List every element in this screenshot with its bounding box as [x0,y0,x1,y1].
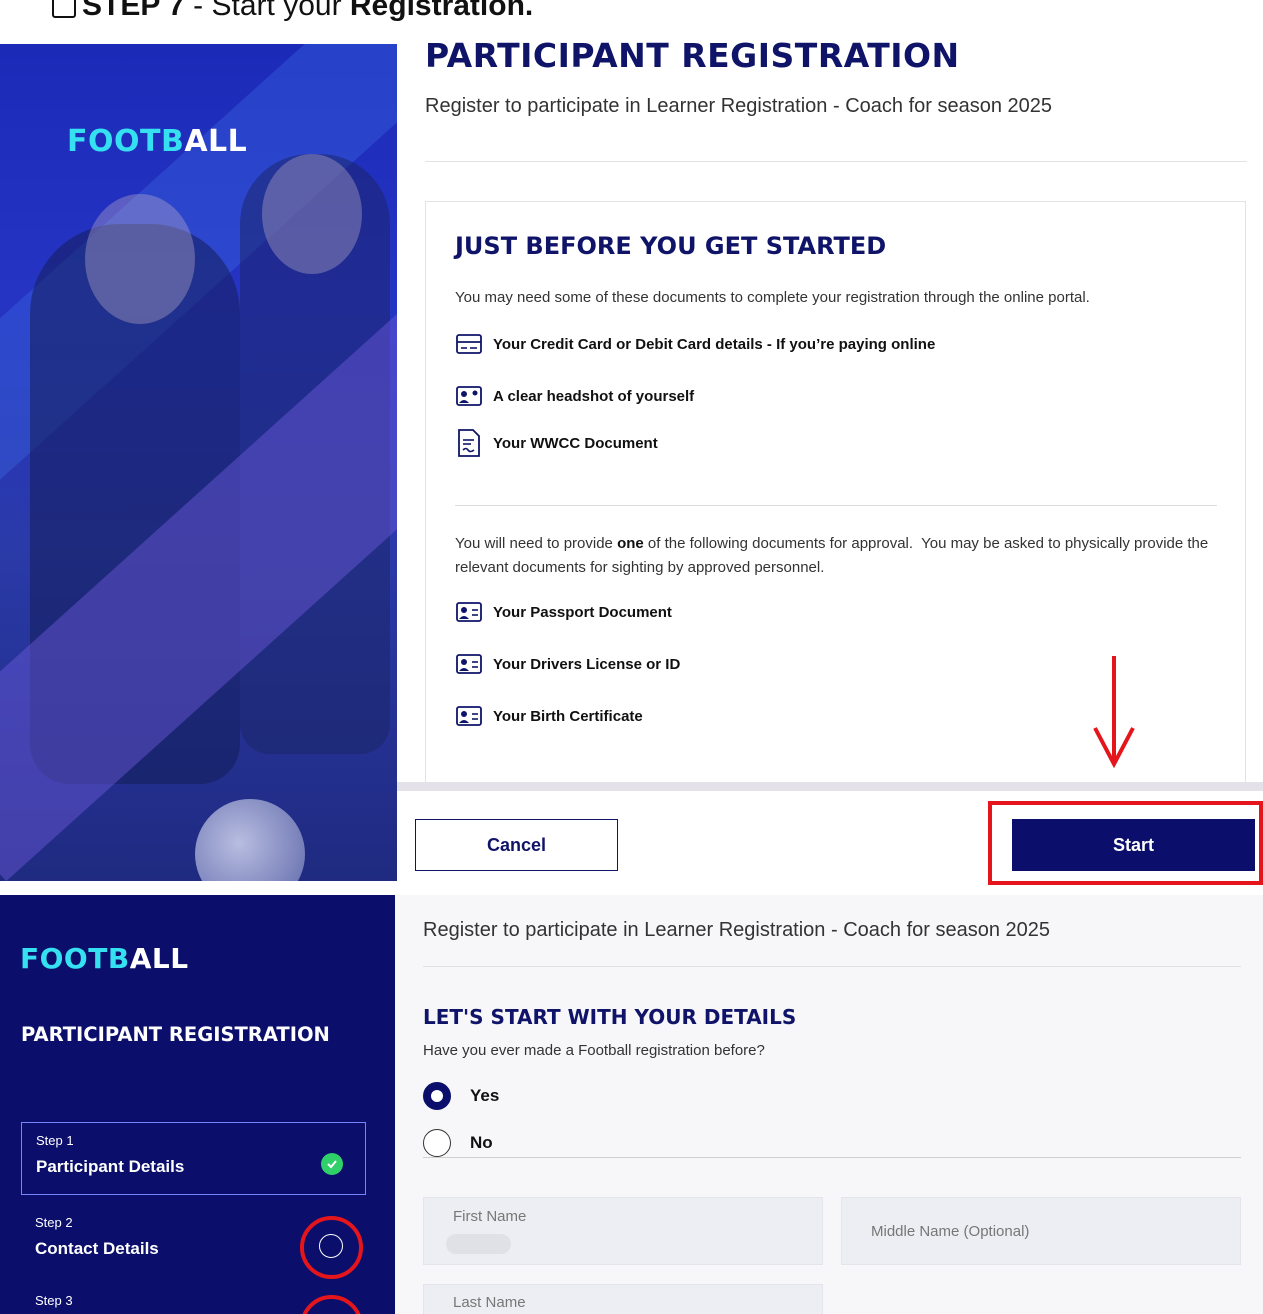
doc-label: Your Credit Card or Debit Card details -… [493,335,936,353]
headshot-icon [455,386,483,406]
doc-label: Your Birth Certificate [493,707,643,725]
section-title: LET'S START WITH YOUR DETAILS [423,1005,797,1029]
step-instruction-heading: STEP 7 - Start your Registration. [52,0,533,28]
page-title: PARTICIPANT REGISTRATION [425,36,960,75]
step-label: Step 3 [35,1293,73,1308]
divider [425,161,1247,162]
sidebar-title: PARTICIPANT REGISTRATION [21,1023,330,1046]
doc-item-wwcc: Your WWCC Document [455,429,658,457]
radio-no[interactable]: No [423,1129,493,1157]
footer-separator [397,782,1263,791]
football-logo: FOOTBALL [20,942,189,975]
step-number: STEP 7 [82,0,185,22]
check-icon [321,1153,343,1175]
registration-question: Have you ever made a Football registrati… [423,1042,765,1059]
checkbox-icon [52,0,76,18]
id-card-icon [455,706,483,726]
step-label: Step 2 [35,1215,73,1230]
step-name: Contact Details [35,1239,159,1258]
credit-card-icon [455,334,483,354]
hero-image: FOOTBALL [0,44,397,881]
id-requirement-text: You will need to provide one of the foll… [455,535,1213,576]
doc-item-passport: Your Passport Document [455,602,672,622]
divider [423,1157,1241,1158]
step-name: Participant Details [36,1157,185,1176]
registration-sidebar: FOOTBALL PARTICIPANT REGISTRATION Step 1… [0,895,395,1314]
doc-item-birth-certificate: Your Birth Certificate [455,706,643,726]
football-logo: FOOTBALL [67,124,248,159]
doc-item-credit-card: Your Credit Card or Debit Card details -… [455,334,935,354]
player-head [262,154,362,274]
radio-selected-icon[interactable] [423,1082,451,1110]
middle-name-field[interactable]: Middle Name (Optional) [841,1197,1241,1265]
player-head [85,194,195,324]
page-subtitle: Register to participate in Learner Regis… [425,95,1053,117]
details-form-panel: Register to participate in Learner Regis… [395,895,1263,1314]
redacted-value [446,1234,511,1254]
football-ball [195,799,305,881]
start-button[interactable]: Start [1012,819,1255,871]
radio-label: Yes [470,1086,500,1105]
doc-item-drivers-license: Your Drivers License or ID [455,654,680,674]
cancel-button[interactable]: Cancel [415,819,618,871]
sidebar-step-participant-details[interactable]: Step 1 Participant Details [21,1122,366,1195]
field-label: First Name [453,1208,527,1225]
doc-label: Your Drivers License or ID [493,655,681,673]
doc-label: Your WWCC Document [493,434,658,452]
radio-yes[interactable]: Yes [423,1082,499,1110]
step-label: Step 1 [36,1133,74,1148]
field-label: Last Name [453,1294,526,1311]
step-emphasis: Registration. [349,0,534,22]
id-card-icon [455,602,483,622]
card-title: JUST BEFORE YOU GET STARTED [455,232,887,260]
last-name-field[interactable]: Last Name [423,1284,823,1314]
divider [455,505,1217,506]
doc-label: Your Passport Document [493,603,672,621]
id-card-icon [455,654,483,674]
doc-label: A clear headshot of yourself [493,387,695,405]
annotation-circle [300,1216,363,1279]
radio-label: No [470,1133,493,1152]
radio-unselected-icon[interactable] [423,1129,451,1157]
first-name-field[interactable]: First Name [423,1197,823,1265]
field-placeholder: Middle Name (Optional) [871,1223,1030,1240]
doc-item-headshot: A clear headshot of yourself [455,386,694,406]
card-intro: You may need some of these documents to … [455,289,1090,306]
divider [423,966,1241,967]
page-subtitle: Register to participate in Learner Regis… [423,919,1051,941]
step-text: - Start your [184,0,350,22]
annotation-arrow-down-icon [1093,656,1135,768]
document-icon [455,429,483,457]
